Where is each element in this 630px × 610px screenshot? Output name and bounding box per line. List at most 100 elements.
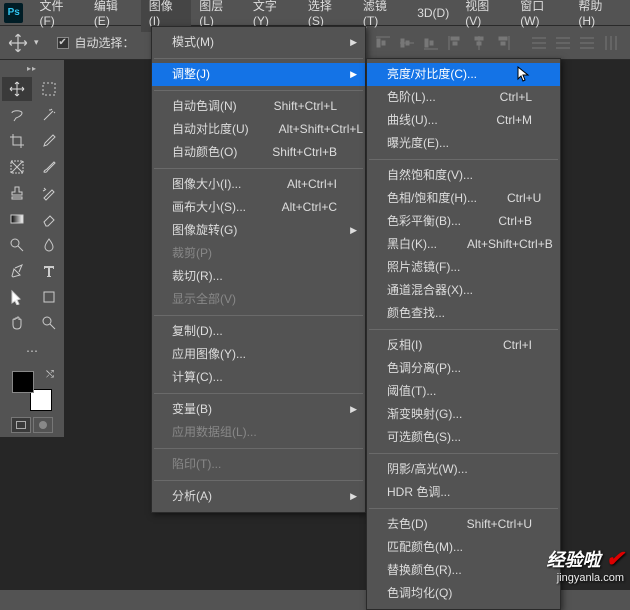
menu-separator bbox=[154, 168, 363, 169]
menu-item-mode[interactable]: 模式(M)▶ bbox=[152, 31, 365, 54]
menu-item-channel-mixer[interactable]: 通道混合器(X)... bbox=[367, 279, 560, 302]
swap-colors-icon[interactable]: ⤭ bbox=[46, 369, 54, 380]
menu-item-analysis[interactable]: 分析(A)▶ bbox=[152, 485, 365, 508]
menu-item-auto-contrast[interactable]: 自动对比度(U)Alt+Shift+Ctrl+L bbox=[152, 118, 365, 141]
menu-item-duplicate[interactable]: 复制(D)... bbox=[152, 320, 365, 343]
menu-separator bbox=[369, 329, 558, 330]
stamp-tool[interactable] bbox=[2, 181, 32, 205]
menu-separator bbox=[154, 315, 363, 316]
menu-item-image-rotation[interactable]: 图像旋转(G)▶ bbox=[152, 219, 365, 242]
menu-3d[interactable]: 3D(D) bbox=[409, 2, 457, 24]
app-logo: Ps bbox=[4, 3, 23, 23]
menu-item-color-balance[interactable]: 色彩平衡(B)...Ctrl+B bbox=[367, 210, 560, 233]
adjustments-submenu: 亮度/对比度(C)... 色阶(L)...Ctrl+L 曲线(U)...Ctrl… bbox=[366, 58, 561, 610]
brush-tool[interactable] bbox=[34, 155, 64, 179]
move-tool[interactable] bbox=[2, 77, 32, 101]
color-swatches[interactable]: ⤭ bbox=[12, 371, 52, 411]
menu-separator bbox=[369, 508, 558, 509]
magic-wand-tool[interactable] bbox=[34, 103, 64, 127]
type-tool[interactable] bbox=[34, 259, 64, 283]
menu-item-gradient-map[interactable]: 渐变映射(G)... bbox=[367, 403, 560, 426]
menu-item-auto-tone[interactable]: 自动色调(N)Shift+Ctrl+L bbox=[152, 95, 365, 118]
align-icon[interactable] bbox=[492, 32, 514, 54]
align-icon[interactable] bbox=[372, 32, 394, 54]
watermark-text: 经验啦 bbox=[547, 550, 601, 570]
menu-item-canvas-size[interactable]: 画布大小(S)...Alt+Ctrl+C bbox=[152, 196, 365, 219]
quickmask-mode-button[interactable] bbox=[33, 417, 53, 433]
menu-item-trim[interactable]: 裁切(R)... bbox=[152, 265, 365, 288]
menu-item-desaturate[interactable]: 去色(D)Shift+Ctrl+U bbox=[367, 513, 560, 536]
lasso-tool[interactable] bbox=[2, 103, 32, 127]
align-icon[interactable] bbox=[444, 32, 466, 54]
zoom-tool[interactable] bbox=[34, 311, 64, 335]
menu-item-image-size[interactable]: 图像大小(I)...Alt+Ctrl+I bbox=[152, 173, 365, 196]
auto-select-checkbox[interactable]: ✔ bbox=[57, 37, 69, 49]
menu-item-variables[interactable]: 变量(B)▶ bbox=[152, 398, 365, 421]
menu-item-apply-image[interactable]: 应用图像(Y)... bbox=[152, 343, 365, 366]
menu-item-shadows-highlights[interactable]: 阴影/高光(W)... bbox=[367, 458, 560, 481]
path-tool[interactable] bbox=[2, 285, 32, 309]
menu-item-crop[interactable]: 裁剪(P) bbox=[152, 242, 365, 265]
menu-item-match-color[interactable]: 匹配颜色(M)... bbox=[367, 536, 560, 559]
menu-item-threshold[interactable]: 阈值(T)... bbox=[367, 380, 560, 403]
distribute-icon[interactable] bbox=[576, 32, 598, 54]
menu-separator bbox=[369, 453, 558, 454]
menu-item-black-white[interactable]: 黑白(K)...Alt+Shift+Ctrl+B bbox=[367, 233, 560, 256]
menu-item-replace-color[interactable]: 替换颜色(R)... bbox=[367, 559, 560, 582]
distribute-icon[interactable] bbox=[600, 32, 622, 54]
menu-item-reveal-all[interactable]: 显示全部(V) bbox=[152, 288, 365, 311]
menu-item-brightness-contrast[interactable]: 亮度/对比度(C)... bbox=[367, 63, 560, 86]
menu-edit[interactable]: 编辑(E) bbox=[86, 0, 141, 32]
blur-tool[interactable] bbox=[34, 233, 64, 257]
menu-item-auto-color[interactable]: 自动颜色(O)Shift+Ctrl+B bbox=[152, 141, 365, 164]
dodge-tool[interactable] bbox=[2, 233, 32, 257]
menu-item-invert[interactable]: 反相(I)Ctrl+I bbox=[367, 334, 560, 357]
menu-separator bbox=[369, 159, 558, 160]
history-brush-tool[interactable] bbox=[34, 181, 64, 205]
menu-item-color-lookup[interactable]: 颜色查找... bbox=[367, 302, 560, 325]
toolbox-collapse-icon[interactable]: ▸▸ bbox=[2, 64, 62, 73]
menu-item-exposure[interactable]: 曝光度(E)... bbox=[367, 132, 560, 155]
align-icon[interactable] bbox=[396, 32, 418, 54]
standard-mode-button[interactable] bbox=[11, 417, 31, 433]
menu-item-photo-filter[interactable]: 照片滤镜(F)... bbox=[367, 256, 560, 279]
menu-file[interactable]: 文件(F) bbox=[31, 0, 85, 32]
menu-view[interactable]: 视图(V) bbox=[457, 0, 512, 32]
crop-tool[interactable] bbox=[2, 129, 32, 153]
frame-tool[interactable] bbox=[2, 155, 32, 179]
menu-item-adjustments[interactable]: 调整(J)▶ bbox=[152, 63, 365, 86]
eyedropper-tool[interactable] bbox=[34, 129, 64, 153]
align-icon[interactable] bbox=[420, 32, 442, 54]
menu-item-levels[interactable]: 色阶(L)...Ctrl+L bbox=[367, 86, 560, 109]
menu-item-apply-dataset[interactable]: 应用数据组(L)... bbox=[152, 421, 365, 444]
gradient-tool[interactable] bbox=[2, 207, 32, 231]
menu-item-vibrance[interactable]: 自然饱和度(V)... bbox=[367, 164, 560, 187]
menu-item-selective-color[interactable]: 可选颜色(S)... bbox=[367, 426, 560, 449]
menu-item-posterize[interactable]: 色调分离(P)... bbox=[367, 357, 560, 380]
distribute-icon[interactable] bbox=[552, 32, 574, 54]
distribute-icon[interactable] bbox=[528, 32, 550, 54]
menu-item-trap[interactable]: 陷印(T)... bbox=[152, 453, 365, 476]
move-tool-icon[interactable] bbox=[8, 33, 28, 53]
menu-separator bbox=[154, 58, 363, 59]
menu-item-hue-saturation[interactable]: 色相/饱和度(H)...Ctrl+U bbox=[367, 187, 560, 210]
menu-separator bbox=[154, 90, 363, 91]
align-icon[interactable] bbox=[468, 32, 490, 54]
tool-preset-chevron-icon[interactable]: ▾ bbox=[34, 37, 39, 48]
hand-tool[interactable] bbox=[2, 311, 32, 335]
menu-separator bbox=[154, 393, 363, 394]
shape-tool[interactable] bbox=[34, 285, 64, 309]
menu-window[interactable]: 窗口(W) bbox=[512, 0, 570, 32]
menu-item-curves[interactable]: 曲线(U)...Ctrl+M bbox=[367, 109, 560, 132]
eraser-tool[interactable] bbox=[34, 207, 64, 231]
menu-item-hdr-toning[interactable]: HDR 色调... bbox=[367, 481, 560, 504]
edit-toolbar[interactable]: ⋯ bbox=[17, 339, 47, 363]
marquee-tool[interactable] bbox=[34, 77, 64, 101]
menu-item-equalize[interactable]: 色调均化(Q) bbox=[367, 582, 560, 605]
menu-item-calculations[interactable]: 计算(C)... bbox=[152, 366, 365, 389]
foreground-color-swatch[interactable] bbox=[12, 371, 34, 393]
toolbox: ▸▸ ⋯ ⤭ bbox=[0, 60, 64, 437]
watermark-sub: jingyanla.com bbox=[547, 572, 624, 584]
menu-help[interactable]: 帮助(H) bbox=[570, 0, 626, 32]
pen-tool[interactable] bbox=[2, 259, 32, 283]
